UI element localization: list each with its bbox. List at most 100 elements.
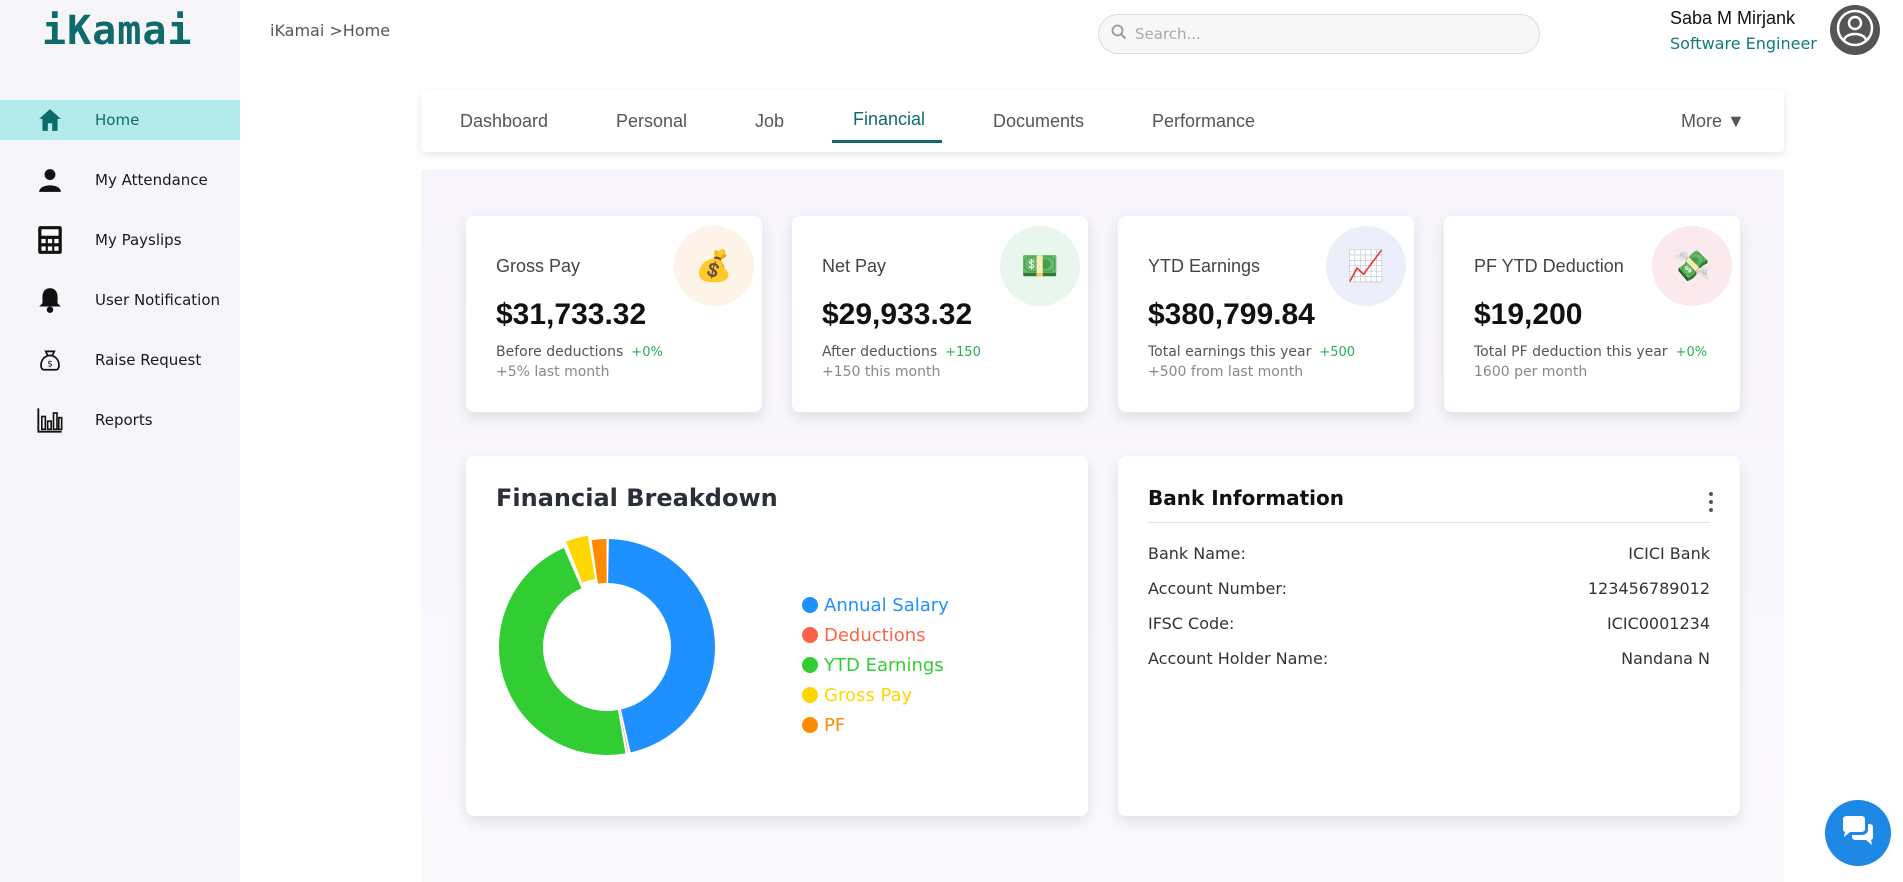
legend-swatch bbox=[802, 687, 818, 703]
stat-note: +5% last month bbox=[496, 364, 610, 380]
tab-more-dropdown[interactable]: More ▼ bbox=[1681, 90, 1745, 152]
legend-item[interactable]: YTD Earnings bbox=[802, 650, 949, 680]
stat-subtitle: Total earnings this year +500 bbox=[1148, 344, 1355, 360]
user-avatar-icon bbox=[1835, 8, 1875, 52]
tab-personal[interactable]: Personal bbox=[616, 90, 687, 152]
breadcrumb[interactable]: iKamai >Home bbox=[270, 21, 390, 40]
chat-button[interactable] bbox=[1825, 800, 1891, 866]
tab-dashboard[interactable]: Dashboard bbox=[460, 90, 548, 152]
legend-label: Deductions bbox=[824, 624, 926, 646]
money-wings-icon: 💸 bbox=[1652, 226, 1732, 306]
bell-icon bbox=[36, 286, 64, 314]
stat-value: $29,933.32 bbox=[822, 298, 973, 331]
sidebar-item-label: Reports bbox=[95, 411, 153, 429]
sidebar-item-raise-request[interactable]: $ Raise Request bbox=[0, 340, 240, 380]
stat-subtitle-text: Before deductions bbox=[496, 344, 624, 360]
sidebar-nav: Home My Attendance My Payslips User Noti… bbox=[0, 100, 240, 460]
panel-title: Bank Information bbox=[1148, 486, 1344, 510]
bar-chart-icon bbox=[36, 406, 64, 434]
legend-item[interactable]: Gross Pay bbox=[802, 680, 949, 710]
stat-title: YTD Earnings bbox=[1148, 256, 1261, 276]
user-role: Software Engineer bbox=[1670, 34, 1817, 53]
stat-card-gross-pay: Gross Pay $31,733.32 Before deductions +0… bbox=[466, 216, 762, 412]
trend-chart-icon: 📈 bbox=[1326, 226, 1406, 306]
profile-tabs: Dashboard Personal Job Financial Documen… bbox=[421, 90, 1784, 152]
donut-chart bbox=[498, 535, 715, 755]
tab-job[interactable]: Job bbox=[755, 90, 784, 152]
bank-row-label: Account Number: bbox=[1148, 579, 1288, 598]
bank-row-value: ICICI Bank bbox=[1628, 544, 1710, 563]
stat-delta: +0% bbox=[631, 345, 663, 360]
sidebar-item-reports[interactable]: Reports bbox=[0, 400, 240, 440]
money-bag-icon: $ bbox=[36, 346, 64, 374]
sidebar-item-label: My Attendance bbox=[95, 171, 208, 189]
bank-row-label: IFSC Code: bbox=[1148, 614, 1235, 633]
stat-note: 1600 per month bbox=[1474, 364, 1588, 380]
avatar[interactable] bbox=[1830, 5, 1880, 55]
sidebar-item-label: Raise Request bbox=[95, 351, 202, 369]
divider bbox=[1148, 522, 1710, 523]
sidebar-item-label: My Payslips bbox=[95, 231, 182, 249]
legend-swatch bbox=[802, 627, 818, 643]
search-bar bbox=[1098, 14, 1540, 54]
active-tab-indicator bbox=[832, 140, 942, 143]
stat-title: Gross Pay bbox=[496, 256, 581, 276]
tab-documents[interactable]: Documents bbox=[993, 90, 1084, 152]
bank-row-value: ICIC0001234 bbox=[1606, 614, 1710, 633]
stat-card-pf-ytd-deduction: PF YTD Deduction $19,200 Total PF deduct… bbox=[1444, 216, 1740, 412]
sidebar-item-home[interactable]: Home bbox=[0, 100, 240, 140]
more-options-icon[interactable] bbox=[1708, 492, 1714, 512]
stat-subtitle: Before deductions +0% bbox=[496, 344, 663, 360]
stat-title: PF YTD Deduction bbox=[1474, 256, 1624, 276]
legend-item[interactable]: PF bbox=[802, 710, 949, 740]
bank-row-ifsc-code: IFSC Code: ICIC0001234 bbox=[1148, 614, 1710, 638]
bank-row-account-number: Account Number: 123456789012 bbox=[1148, 579, 1710, 603]
bank-row-label: Account Holder Name: bbox=[1148, 649, 1329, 668]
stat-note: +500 from last month bbox=[1148, 364, 1304, 380]
stat-delta: +0% bbox=[1675, 345, 1708, 360]
legend-swatch bbox=[802, 717, 818, 733]
stat-card-net-pay: Net Pay $29,933.32 After deductions +150 … bbox=[792, 216, 1088, 412]
sidebar-item-my-payslips[interactable]: My Payslips bbox=[0, 220, 240, 260]
bank-information-panel: Bank Information Bank Name: ICICI Bank A… bbox=[1118, 456, 1740, 816]
legend-item[interactable]: Annual Salary bbox=[802, 590, 949, 620]
person-icon bbox=[36, 166, 64, 194]
dollar-bill-icon: 💵 bbox=[1000, 226, 1080, 306]
search-input[interactable] bbox=[1135, 25, 1515, 43]
stat-subtitle-text: Total PF deduction this year bbox=[1474, 344, 1668, 360]
stat-card-ytd-earnings: YTD Earnings $380,799.84 Total earnings … bbox=[1118, 216, 1414, 412]
sidebar-item-label: Home bbox=[95, 111, 140, 129]
search-icon bbox=[1111, 24, 1127, 44]
legend-item[interactable]: Deductions bbox=[802, 620, 949, 650]
bank-row-label: Bank Name: bbox=[1148, 544, 1246, 563]
bank-row-value: Nandana N bbox=[1621, 649, 1710, 668]
legend-label: Gross Pay bbox=[824, 684, 913, 706]
bank-row-account-holder-name: Account Holder Name: Nandana N bbox=[1148, 649, 1710, 673]
stat-note: +150 this month bbox=[822, 364, 941, 380]
legend-swatch bbox=[802, 597, 818, 613]
user-name: Saba M Mirjank bbox=[1670, 8, 1796, 28]
stat-delta: +150 bbox=[945, 345, 981, 360]
legend-label: YTD Earnings bbox=[824, 654, 944, 676]
donut-slice-annual-salary[interactable] bbox=[608, 539, 715, 753]
tab-performance[interactable]: Performance bbox=[1152, 90, 1255, 152]
chat-bubbles-icon bbox=[1840, 815, 1876, 851]
stat-title: Net Pay bbox=[822, 256, 887, 276]
legend-swatch bbox=[802, 657, 818, 673]
chart-legend: Annual Salary Deductions YTD Earnings Gross… bbox=[802, 590, 949, 740]
stat-subtitle: Total PF deduction this year +0% bbox=[1474, 344, 1707, 360]
app-logo[interactable]: iKamai bbox=[42, 8, 193, 54]
legend-label: PF bbox=[824, 714, 846, 736]
stat-delta: +500 bbox=[1319, 345, 1356, 360]
svg-text:$: $ bbox=[47, 360, 53, 370]
sidebar: iKamai Home My Attendance My Payslips Us… bbox=[0, 0, 240, 882]
calculator-icon bbox=[36, 226, 64, 254]
home-icon bbox=[36, 106, 64, 134]
bank-row-bank-name: Bank Name: ICICI Bank bbox=[1148, 544, 1710, 568]
stat-value: $19,200 bbox=[1474, 298, 1583, 331]
financial-breakdown-panel: Financial Breakdown Annual Salary Deducti… bbox=[466, 456, 1088, 816]
stat-value: $31,733.32 bbox=[496, 298, 647, 331]
sidebar-item-my-attendance[interactable]: My Attendance bbox=[0, 160, 240, 200]
money-bag-icon: 💰 bbox=[674, 226, 754, 306]
sidebar-item-user-notification[interactable]: User Notification bbox=[0, 280, 240, 320]
